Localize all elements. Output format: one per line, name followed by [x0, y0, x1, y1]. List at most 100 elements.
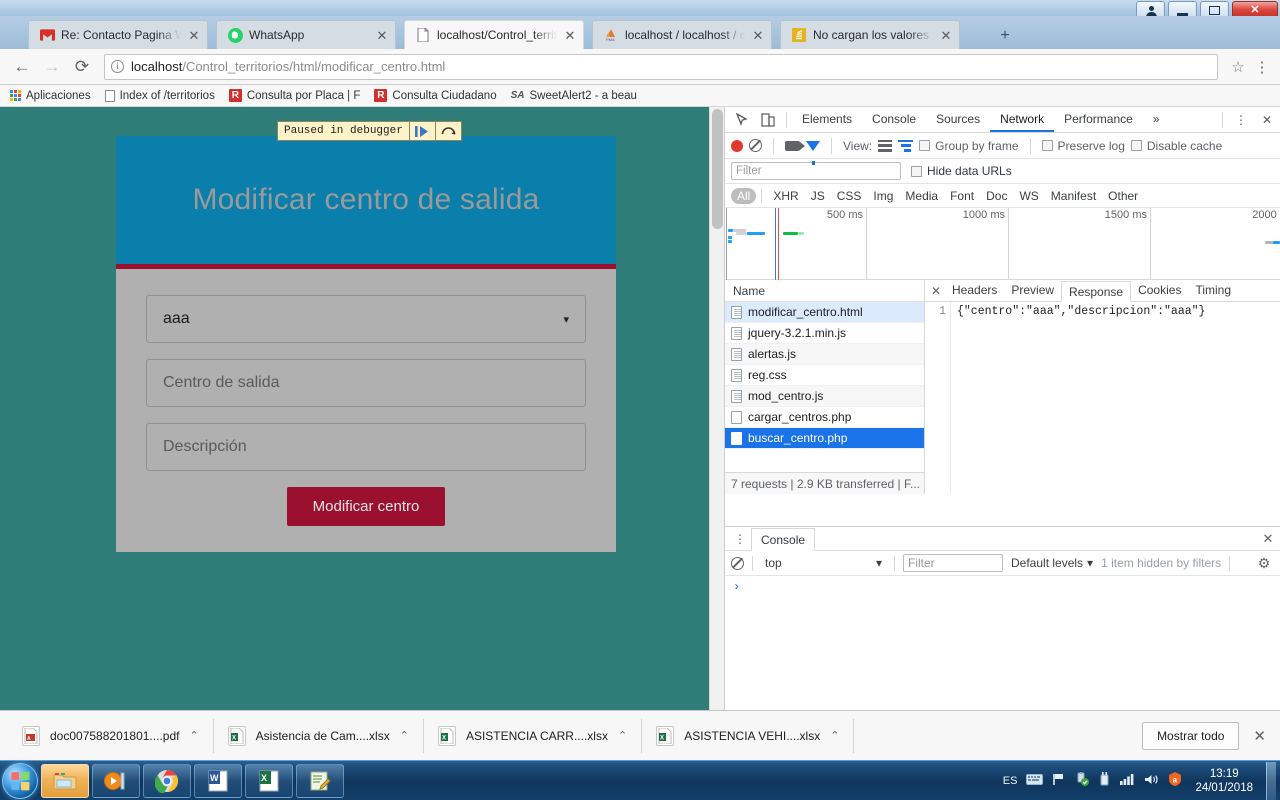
toggle-device-toolbar-icon[interactable] [755, 108, 781, 132]
download-menu-caret-icon[interactable]: ⌃ [830, 729, 839, 742]
modificar-centro-button[interactable]: Modificar centro [286, 487, 446, 526]
download-menu-caret-icon[interactable]: ⌃ [400, 729, 409, 742]
download-item-3[interactable]: X ASISTENCIA VEHI....xlsx ⌃ [642, 718, 855, 753]
flag-icon[interactable] [1052, 773, 1066, 789]
network-filter-input[interactable]: Filter [731, 162, 901, 180]
download-item-2[interactable]: X ASISTENCIA CARR....xlsx ⌃ [424, 718, 643, 753]
detail-tab-response[interactable]: Response [1061, 280, 1132, 302]
detail-tab-timing[interactable]: Timing [1188, 280, 1238, 301]
reload-button[interactable]: ⟳ [68, 53, 96, 81]
close-downloads-bar-icon[interactable]: ✕ [1253, 727, 1272, 745]
console-levels-select[interactable]: Default levels ▾ [1011, 556, 1093, 570]
browser-tab-3[interactable]: PMA localhost / localhost / control_t ✕ [592, 20, 772, 49]
tab-elements[interactable]: Elements [792, 107, 862, 132]
download-menu-caret-icon[interactable]: ⌃ [618, 729, 627, 742]
download-item-1[interactable]: X Asistencia de Cam....xlsx ⌃ [214, 718, 424, 753]
tab-close-icon[interactable]: ✕ [563, 29, 577, 42]
new-tab-button[interactable]: + [990, 24, 1020, 48]
console-context-select[interactable]: top ▾ [761, 554, 886, 572]
request-row-modificar-centro-html[interactable]: modificar_centro.html [725, 302, 924, 323]
type-filter-css[interactable]: CSS [831, 188, 868, 204]
response-body-viewer[interactable]: 1 {"centro":"aaa","descripcion":"aaa"} [925, 302, 1280, 494]
site-info-icon[interactable]: i [111, 60, 124, 73]
taskbar-clock[interactable]: 13:19 24/01/2018 [1191, 767, 1257, 795]
disable-cache-checkbox[interactable]: Disable cache [1130, 139, 1222, 153]
taskbar-notepadpp-button[interactable] [296, 763, 344, 798]
forward-button[interactable]: → [38, 53, 66, 81]
type-filter-media[interactable]: Media [899, 188, 944, 204]
taskbar-media-player-button[interactable] [92, 763, 140, 798]
more-tabs-button[interactable]: » [1143, 107, 1170, 132]
page-scrollbar[interactable] [709, 107, 724, 710]
centro-select[interactable]: aaa ▾ [146, 295, 586, 343]
download-menu-caret-icon[interactable]: ⌃ [189, 729, 198, 742]
bookmark-star-icon[interactable]: ☆ [1226, 58, 1250, 76]
request-row-cargar-centros-php[interactable]: cargar_centros.php [725, 407, 924, 428]
browser-tab-2[interactable]: localhost/Control_territorios ✕ [404, 20, 584, 49]
avast-icon[interactable]: a [1168, 772, 1182, 789]
type-filter-xhr[interactable]: XHR [767, 188, 804, 204]
show-all-downloads-button[interactable]: Mostrar todo [1142, 721, 1240, 750]
browser-tab-0[interactable]: Re: Contacto Pagina Web ✕ [28, 20, 208, 49]
browser-tab-1[interactable]: WhatsApp ✕ [216, 20, 396, 49]
taskbar-chrome-button[interactable] [143, 763, 191, 798]
detail-close-icon[interactable]: ✕ [927, 284, 945, 298]
request-list[interactable]: modificar_centro.html jquery-3.2.1.min.j… [725, 302, 924, 472]
tab-close-icon[interactable]: ✕ [375, 29, 389, 42]
chrome-menu-icon[interactable]: ⋮ [1252, 58, 1272, 76]
funnel-icon[interactable] [806, 140, 820, 165]
checkbox[interactable] [1130, 140, 1142, 151]
clear-console-icon[interactable] [731, 556, 744, 570]
language-indicator[interactable]: ES [1003, 775, 1018, 787]
hide-data-urls-checkbox[interactable]: Hide data URLs [911, 164, 1012, 178]
console-prompt[interactable]: › [725, 576, 1280, 598]
request-row-alertas-js[interactable]: alertas.js [725, 344, 924, 365]
checkbox[interactable] [1041, 140, 1053, 151]
request-row-mod-centro-js[interactable]: mod_centro.js [725, 386, 924, 407]
back-button[interactable]: ← [8, 53, 36, 81]
group-by-frame-checkbox[interactable]: Group by frame [919, 139, 1019, 153]
detail-tab-headers[interactable]: Headers [945, 280, 1004, 301]
download-item-0[interactable]: A doc007588201801....pdf ⌃ [8, 718, 214, 753]
tab-close-icon[interactable]: ✕ [751, 29, 765, 42]
taskbar-explorer-button[interactable] [41, 763, 89, 798]
devtools-kebab-icon[interactable]: ⋮ [1228, 108, 1254, 132]
power-icon[interactable] [1098, 772, 1111, 789]
bookmark-sweetalert2[interactable]: SA SweetAlert2 - a beau [511, 90, 637, 102]
bookmark-consulta-placa[interactable]: R Consulta por Placa | F [228, 89, 360, 102]
taskbar-word-button[interactable]: W [194, 763, 242, 798]
drawer-tab-console[interactable]: Console [751, 527, 816, 551]
list-view-icon[interactable] [878, 139, 893, 152]
request-row-reg-css[interactable]: reg.css [725, 365, 924, 386]
detail-tab-preview[interactable]: Preview [1004, 280, 1061, 301]
start-button[interactable] [2, 762, 38, 799]
tab-network[interactable]: Network [990, 107, 1055, 132]
checkbox[interactable] [911, 165, 922, 177]
detail-tab-cookies[interactable]: Cookies [1131, 280, 1188, 301]
clear-icon[interactable] [749, 139, 762, 152]
usb-safe-remove-icon[interactable] [1075, 772, 1090, 789]
devtools-close-icon[interactable]: ✕ [1254, 108, 1280, 132]
type-filter-other[interactable]: Other [1102, 188, 1144, 204]
address-bar[interactable]: i localhost/Control_territorios/html/mod… [104, 53, 1218, 80]
tab-close-icon[interactable]: ✕ [187, 29, 201, 42]
console-filter-input[interactable]: Filter [903, 554, 1003, 572]
type-filter-ws[interactable]: WS [1013, 188, 1044, 204]
request-row-jquery[interactable]: jquery-3.2.1.min.js [725, 323, 924, 344]
network-icon[interactable] [1120, 773, 1135, 788]
checkbox[interactable] [919, 140, 931, 151]
type-filter-manifest[interactable]: Manifest [1045, 188, 1102, 204]
descripcion-input[interactable]: Descripción [146, 423, 586, 471]
taskbar-excel-button[interactable]: X [245, 763, 293, 798]
record-icon[interactable] [731, 139, 743, 152]
waterfall-view-icon[interactable] [898, 139, 914, 152]
bookmark-consulta-ciudadano[interactable]: R Consulta Ciudadano [374, 89, 497, 102]
gear-icon[interactable]: ⚙ [1253, 555, 1275, 572]
keyboard-icon[interactable] [1026, 773, 1044, 788]
type-filter-js[interactable]: JS [805, 188, 831, 204]
camera-icon[interactable] [785, 140, 805, 151]
resume-script-button[interactable] [408, 122, 435, 140]
bookmark-apps[interactable]: Aplicaciones [10, 90, 91, 102]
drawer-kebab-icon[interactable]: ⋮ [729, 532, 751, 546]
type-filter-all[interactable]: All [731, 187, 757, 204]
